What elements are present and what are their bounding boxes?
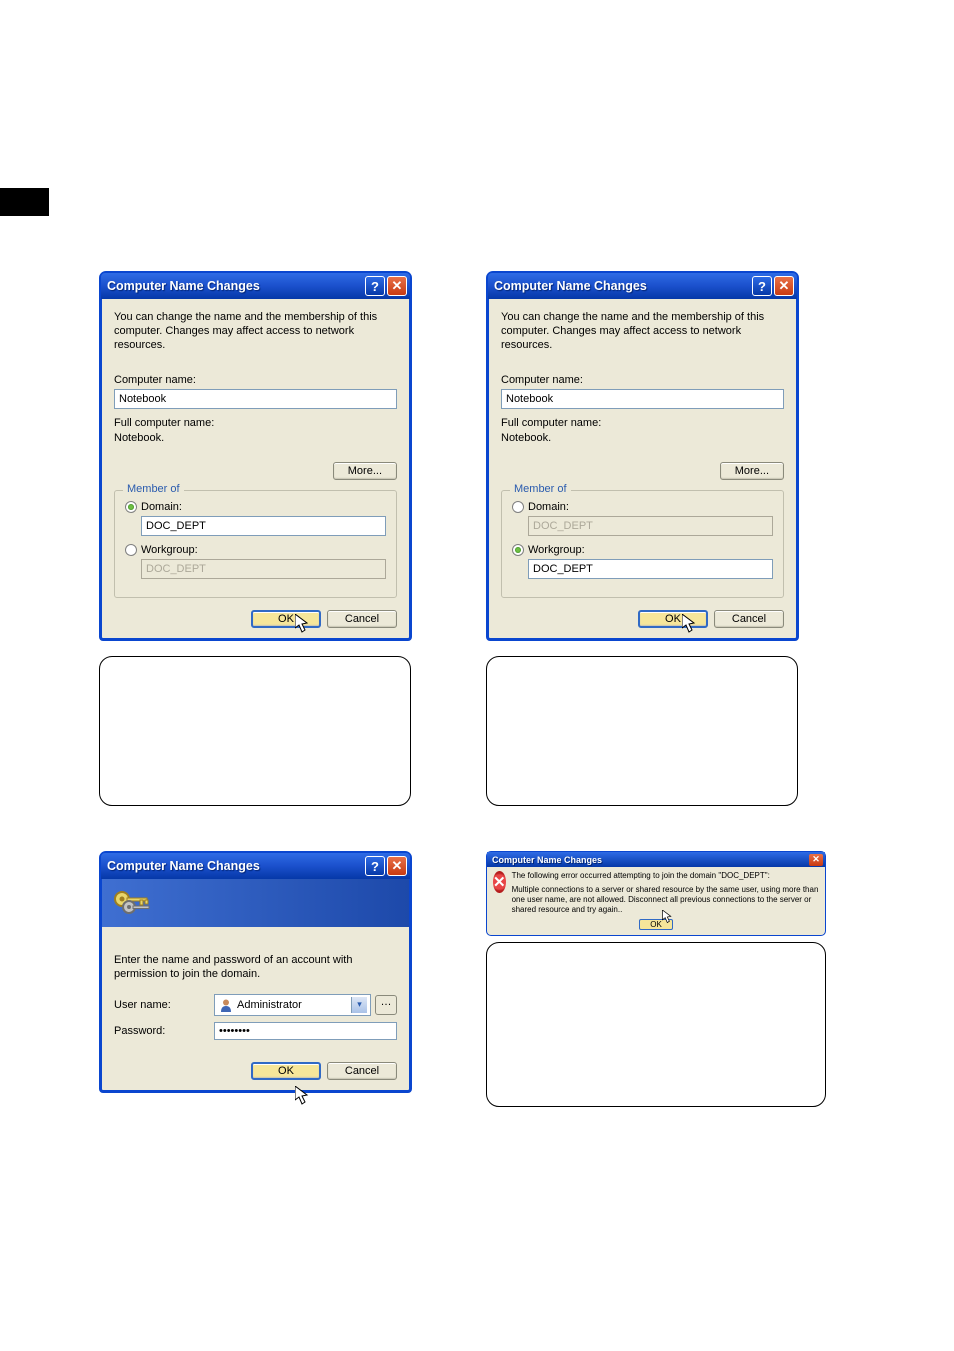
credentials-dialog: Computer Name Changes ? ✕ — [99, 851, 412, 1093]
ok-button[interactable]: OK — [251, 610, 321, 628]
computer-name-input[interactable] — [114, 389, 397, 409]
description: You can change the name and the membersh… — [114, 311, 397, 352]
cancel-button[interactable]: Cancel — [327, 610, 397, 628]
ok-button[interactable]: OK — [638, 610, 708, 628]
titlebar: Computer Name Changes ? ✕ — [488, 273, 797, 299]
workgroup-radio[interactable] — [512, 544, 524, 556]
workgroup-radio[interactable] — [125, 544, 137, 556]
workgroup-input-disabled: DOC_DEPT — [141, 559, 386, 579]
domain-radio[interactable] — [125, 501, 137, 513]
full-computer-name-label: Full computer name: — [114, 417, 397, 429]
close-button[interactable]: ✕ — [774, 276, 794, 296]
member-of-legend: Member of — [510, 483, 571, 495]
help-button[interactable]: ? — [365, 276, 385, 296]
keys-icon — [110, 885, 154, 921]
workgroup-radio-label: Workgroup: — [141, 544, 198, 556]
username-label: User name: — [114, 999, 214, 1011]
full-computer-name-value: Notebook. — [114, 432, 397, 444]
full-computer-name-value: Notebook. — [501, 432, 784, 444]
domain-radio[interactable] — [512, 501, 524, 513]
note-box-1 — [99, 656, 411, 806]
title: Computer Name Changes — [494, 279, 752, 293]
full-computer-name-label: Full computer name: — [501, 417, 784, 429]
chevron-down-icon[interactable]: ▾ — [351, 997, 367, 1013]
cancel-button[interactable]: Cancel — [327, 1062, 397, 1080]
more-button[interactable]: More... — [333, 462, 397, 480]
more-button[interactable]: More... — [720, 462, 784, 480]
user-icon — [219, 998, 233, 1012]
member-of-fieldset: Member of Domain: DOC_DEPT Workgroup: — [501, 490, 784, 598]
description: You can change the name and the membersh… — [501, 311, 784, 352]
credentials-prompt: Enter the name and password of an accoun… — [114, 953, 397, 982]
note-box-3 — [486, 942, 826, 1107]
error-line1: The following error occurred attempting … — [512, 871, 819, 881]
ok-button[interactable]: OK — [251, 1062, 321, 1080]
member-of-legend: Member of — [123, 483, 184, 495]
title: Computer Name Changes — [107, 279, 365, 293]
error-icon: ✕ — [493, 871, 506, 893]
help-button[interactable]: ? — [365, 856, 385, 876]
domain-input[interactable] — [141, 516, 386, 536]
domain-radio-label: Domain: — [528, 501, 569, 513]
computer-name-changes-dialog-domain: Computer Name Changes ? ✕ You can change… — [99, 271, 412, 641]
cancel-button[interactable]: Cancel — [714, 610, 784, 628]
cursor-icon — [662, 910, 674, 924]
domain-input-disabled: DOC_DEPT — [528, 516, 773, 536]
computer-name-input[interactable] — [501, 389, 784, 409]
password-input[interactable] — [214, 1022, 397, 1040]
close-button[interactable]: ✕ — [387, 276, 407, 296]
page-side-bar — [0, 188, 49, 216]
username-combobox[interactable]: Administrator ▾ — [214, 994, 371, 1016]
title: Computer Name Changes — [492, 855, 809, 865]
computer-name-label: Computer name: — [501, 374, 784, 386]
credentials-banner — [102, 879, 409, 927]
computer-name-changes-dialog-workgroup: Computer Name Changes ? ✕ You can change… — [486, 271, 799, 641]
username-value: Administrator — [237, 999, 351, 1011]
computer-name-label: Computer name: — [114, 374, 397, 386]
note-box-2 — [486, 656, 798, 806]
title: Computer Name Changes — [107, 859, 365, 873]
password-label: Password: — [114, 1025, 214, 1037]
workgroup-radio-label: Workgroup: — [528, 544, 585, 556]
close-button[interactable]: ✕ — [809, 854, 823, 866]
error-dialog: Computer Name Changes ✕ ✕ The following … — [486, 851, 826, 936]
member-of-fieldset: Member of Domain: Workgroup: DOC_DEPT — [114, 490, 397, 598]
titlebar: Computer Name Changes ✕ — [487, 852, 825, 867]
browse-button[interactable]: … — [375, 995, 397, 1015]
titlebar: Computer Name Changes ? ✕ — [101, 853, 410, 879]
titlebar: Computer Name Changes ? ✕ — [101, 273, 410, 299]
close-button[interactable]: ✕ — [387, 856, 407, 876]
domain-radio-label: Domain: — [141, 501, 182, 513]
workgroup-input[interactable] — [528, 559, 773, 579]
help-button[interactable]: ? — [752, 276, 772, 296]
